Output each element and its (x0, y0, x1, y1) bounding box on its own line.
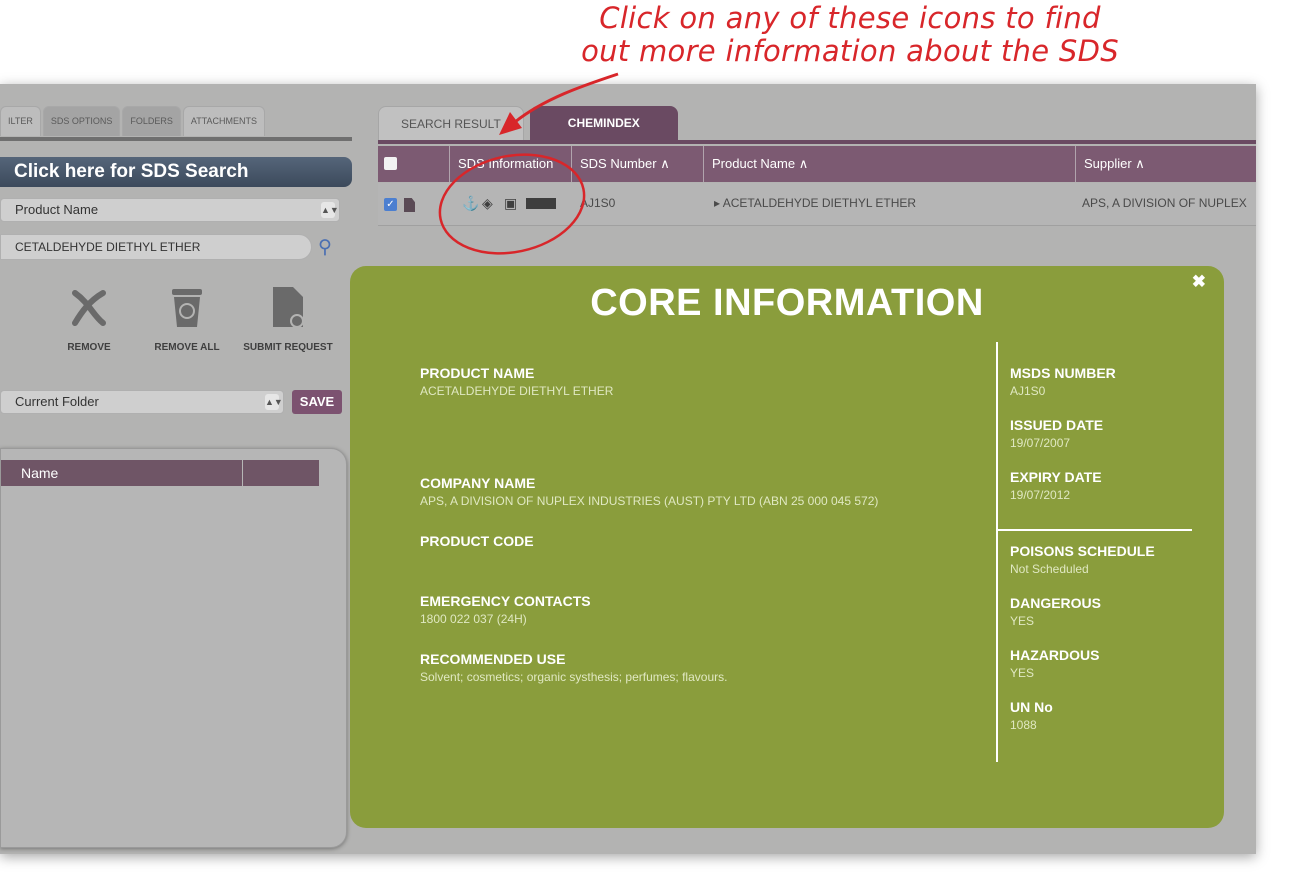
app-window: ILTER SDS OPTIONS FOLDERS ATTACHMENTS Cl… (0, 84, 1256, 854)
annotation-line-1: Click on any of these icons to find (599, 1, 1101, 35)
product-name-label: PRODUCT NAME (420, 365, 535, 381)
document-request-icon (238, 284, 338, 330)
results-table-header: SDS Information SDS Number ∧ Product Nam… (378, 146, 1256, 182)
emergency-contacts-value: 1800 022 037 (24H) (420, 612, 527, 626)
document-icon[interactable] (404, 198, 415, 212)
tab-attachments[interactable]: ATTACHMENTS (182, 106, 266, 136)
row-supplier: APS, A DIVISION OF NUPLEX (1082, 196, 1247, 210)
core-information-modal: ✖ CORE INFORMATION PRODUCT NAME ACETALDE… (350, 266, 1224, 828)
submit-request-label: SUBMIT REQUEST (243, 342, 333, 353)
search-field-value: Product Name (15, 202, 99, 217)
issued-date-label: ISSUED DATE (1010, 417, 1104, 433)
hazardous-field: HAZARDOUS YES (1010, 646, 1099, 682)
column-product-name[interactable]: Product Name ∧ (704, 146, 1076, 182)
tab-chemindex[interactable]: CHEMINDEX (529, 106, 678, 140)
company-name-field: COMPANY NAME APS, A DIVISION OF NUPLEX I… (420, 474, 878, 510)
issued-date-field: ISSUED DATE 19/07/2007 (1010, 416, 1103, 452)
un-number-label: UN No (1010, 699, 1053, 715)
folder-name-column[interactable]: Name (21, 460, 243, 486)
emergency-contacts-field: EMERGENCY CONTACTS 1800 022 037 (24H) (420, 592, 591, 628)
modal-vertical-divider (996, 342, 998, 762)
un-number-field: UN No 1088 (1010, 698, 1053, 734)
select-arrows-icon: ▲▼ (321, 202, 339, 218)
submit-request-button[interactable]: SUBMIT REQUEST (238, 284, 338, 353)
column-supplier[interactable]: Supplier ∧ (1076, 146, 1256, 182)
msds-number-label: MSDS NUMBER (1010, 365, 1116, 381)
dangerous-label: DANGEROUS (1010, 595, 1102, 611)
row-checkbox[interactable]: ✓ (384, 198, 397, 211)
select-all-column (378, 146, 450, 182)
expiry-date-value: 19/07/2012 (1010, 488, 1071, 502)
expiry-date-label: EXPIRY DATE (1010, 469, 1102, 485)
folder-select[interactable]: Current Folder ▲▼ (0, 390, 284, 414)
poisons-schedule-value: Not Scheduled (1010, 562, 1089, 576)
left-tab-divider (0, 137, 352, 141)
product-name-field: PRODUCT NAME ACETALDEHYDE DIETHYL ETHER (420, 364, 613, 400)
remove-all-button[interactable]: REMOVE ALL (137, 284, 237, 353)
dangerous-field: DANGEROUS YES (1010, 594, 1101, 630)
msds-number-field: MSDS NUMBER AJ1S0 (1010, 364, 1116, 400)
hazardous-value: YES (1010, 666, 1035, 680)
folder-table-header: Name (1, 460, 319, 486)
tab-folders[interactable]: FOLDERS (122, 106, 181, 136)
search-icon[interactable]: ⚲ (318, 236, 332, 259)
row-sds-number: AJ1S0 (580, 196, 616, 210)
company-name-value: APS, A DIVISION OF NUPLEX INDUSTRIES (AU… (420, 494, 879, 508)
remove-icon (39, 284, 139, 330)
remove-button[interactable]: REMOVE (39, 284, 139, 353)
tab-sds-options[interactable]: SDS OPTIONS (42, 106, 121, 136)
table-row[interactable]: ✓ ⚓ ◈ ▣ AJ1S0 ▸ ACETALDEHYDE DIETHYL ETH… (378, 183, 1256, 226)
save-button[interactable]: SAVE (292, 390, 342, 414)
msds-number-value: AJ1S0 (1010, 384, 1046, 398)
hazard-diamond-icon[interactable]: ◈ (482, 195, 493, 212)
annotation-line-2: out more information about the SDS (581, 34, 1119, 68)
issued-date-value: 19/07/2007 (1010, 436, 1071, 450)
product-name-value: ACETALDEHYDE DIETHYL ETHER (420, 384, 614, 398)
tab-search-result[interactable]: SEARCH RESULT (378, 106, 524, 141)
camera-icon[interactable]: ▣ (504, 195, 517, 212)
column-sds-information[interactable]: SDS Information (450, 146, 572, 182)
product-code-label: PRODUCT CODE (420, 533, 534, 549)
remove-label: REMOVE (67, 342, 111, 353)
modal-title: CORE INFORMATION (590, 282, 984, 324)
folder-select-value: Current Folder (15, 394, 99, 409)
column-sds-number[interactable]: SDS Number ∧ (572, 146, 704, 182)
result-tab-divider (378, 140, 1256, 144)
poisons-schedule-field: POISONS SCHEDULE Not Scheduled (1010, 542, 1155, 578)
remove-all-label: REMOVE ALL (154, 342, 220, 353)
search-input[interactable]: CETALDEHYDE DIETHYL ETHER (0, 234, 312, 260)
recycle-bin-icon (137, 284, 237, 330)
transport-truck-icon[interactable] (526, 198, 556, 209)
left-tab-bar: ILTER SDS OPTIONS FOLDERS ATTACHMENTS (0, 106, 266, 136)
poisons-schedule-label: POISONS SCHEDULE (1010, 543, 1155, 559)
emergency-contacts-label: EMERGENCY CONTACTS (420, 593, 591, 609)
hazardous-label: HAZARDOUS (1010, 647, 1100, 663)
search-field-select[interactable]: Product Name ▲▼ (0, 198, 340, 222)
company-name-label: COMPANY NAME (420, 475, 536, 491)
recommended-use-value: Solvent; cosmetics; organic systhesis; p… (420, 670, 728, 684)
select-arrows-icon: ▲▼ (265, 394, 283, 410)
result-tab-bar: SEARCH RESULT CHEMINDEX (378, 106, 678, 141)
row-product-name[interactable]: ▸ ACETALDEHYDE DIETHYL ETHER (714, 196, 916, 210)
dangerous-value: YES (1010, 614, 1035, 628)
tab-filter[interactable]: ILTER (0, 106, 41, 136)
sds-search-button[interactable]: Click here for SDS Search (0, 157, 352, 187)
first-aid-icon[interactable]: ⚓ (462, 195, 479, 212)
expiry-date-field: EXPIRY DATE 19/07/2012 (1010, 468, 1102, 504)
recommended-use-field: RECOMMENDED USE Solvent; cosmetics; orga… (420, 650, 727, 686)
modal-horizontal-divider (998, 529, 1192, 531)
folder-list-panel: Name (0, 448, 347, 848)
product-code-field: PRODUCT CODE (420, 532, 534, 550)
annotation-callout: Click on any of these icons to find out … (570, 2, 1130, 68)
recommended-use-label: RECOMMENDED USE (420, 651, 566, 667)
select-all-checkbox[interactable] (384, 157, 397, 170)
un-number-value: 1088 (1010, 718, 1037, 732)
